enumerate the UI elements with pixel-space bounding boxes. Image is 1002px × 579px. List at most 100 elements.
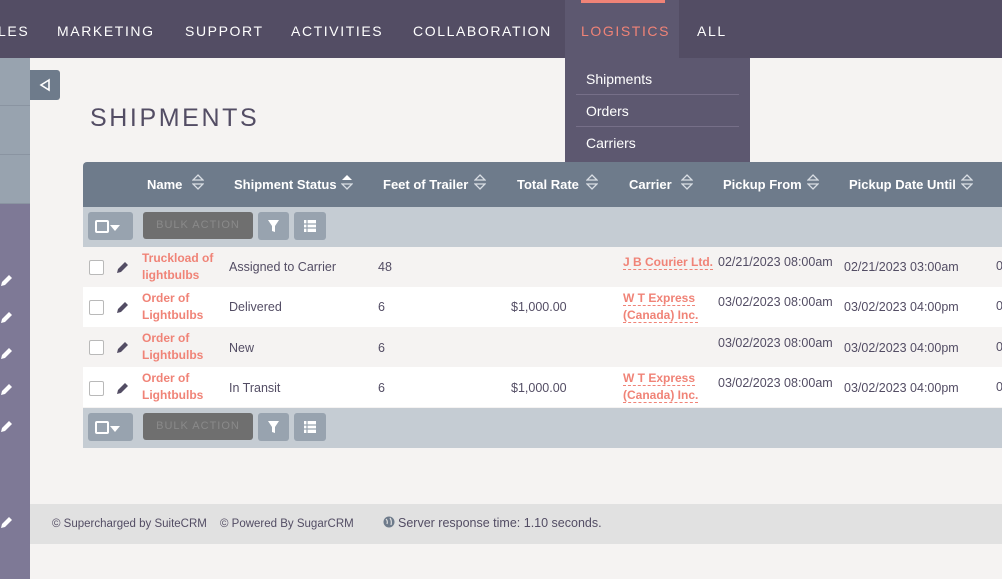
shipment-name-link[interactable]: Truckload of lightbulbs [142, 250, 220, 284]
page-title: SHIPMENTS [90, 104, 260, 132]
pickup-from: 03/02/2023 08:00am [718, 295, 833, 309]
filter-button[interactable] [258, 212, 289, 240]
server-response-text: Server response time: 1.10 seconds. [398, 516, 602, 530]
row-checkbox[interactable] [89, 381, 104, 396]
edit-pencil-icon[interactable] [116, 300, 130, 314]
shipment-status: Delivered [229, 300, 282, 314]
edit-pencil-icon[interactable] [116, 260, 130, 274]
menu-divider [576, 126, 739, 127]
column-header-pickup-date-until[interactable]: Pickup Date Until [849, 177, 956, 192]
sidebar-block[interactable] [0, 58, 30, 106]
carrier-link[interactable]: J B Courier Ltd. [623, 254, 714, 271]
column-header-total-rate[interactable]: Total Rate [517, 177, 579, 192]
pickup-from: 03/02/2023 08:00am [718, 336, 833, 350]
checkbox-icon [95, 421, 109, 434]
sidebar-pencil-icon[interactable] [0, 419, 14, 433]
table-row: Truckload of lightbulbs Assigned to Carr… [83, 247, 1002, 287]
shipment-status: In Transit [229, 381, 281, 395]
carrier-link-text[interactable]: J B Courier Ltd. [623, 255, 714, 270]
menu-item-carriers[interactable]: Carriers [586, 135, 636, 151]
pickup-date-until: 03/02/2023 04:00pm [844, 300, 959, 314]
feet-of-trailer: 6 [378, 300, 385, 314]
filter-icon [268, 220, 279, 232]
pickup-from: 02/21/2023 08:00am [718, 255, 833, 269]
sort-ascending-icon[interactable] [341, 174, 353, 190]
shipment-status: New [229, 341, 255, 355]
pickup-date-until: 03/02/2023 04:00pm [844, 341, 959, 355]
pickup-from: 03/02/2023 08:00am [718, 376, 833, 390]
sidebar-pencil-icon[interactable] [0, 515, 14, 529]
list-icon [304, 220, 316, 232]
shipment-status: Assigned to Carrier [229, 260, 336, 274]
nav-sales[interactable]: LES [0, 22, 29, 40]
caret-down-icon [110, 426, 120, 432]
column-header-name[interactable]: Name [147, 177, 182, 192]
table-row: Order of Lightbulbs In Transit 6 $1,000.… [83, 367, 1002, 407]
truncated-cell: 0 [996, 259, 1002, 273]
list-icon [304, 421, 316, 433]
total-rate: $1,000.00 [511, 300, 567, 314]
top-navigation: LES MARKETING SUPPORT ACTIVITIES COLLABO… [0, 0, 1002, 58]
select-all-dropdown[interactable] [88, 212, 133, 240]
shipment-name-link[interactable]: Order of Lightbulbs [142, 290, 220, 324]
feet-of-trailer: 6 [378, 381, 385, 395]
column-header-shipment-status[interactable]: Shipment Status [234, 177, 337, 192]
triangle-left-icon [39, 78, 50, 92]
row-checkbox[interactable] [89, 340, 104, 355]
feet-of-trailer: 48 [378, 260, 392, 274]
sidebar-pencil-icon[interactable] [0, 382, 14, 396]
filter-button[interactable] [258, 413, 289, 441]
sort-icon[interactable] [586, 174, 598, 190]
pickup-date-until: 03/02/2023 04:00pm [844, 381, 959, 395]
column-header-carrier[interactable]: Carrier [629, 177, 672, 192]
sort-icon[interactable] [192, 174, 204, 190]
select-all-dropdown[interactable] [88, 413, 133, 441]
shipment-name-link[interactable]: Order of Lightbulbs [142, 370, 220, 404]
edit-pencil-icon[interactable] [116, 340, 130, 354]
logistics-dropdown-menu: Shipments Orders Carriers [565, 58, 750, 163]
bulk-action-button[interactable]: BULK ACTION [143, 413, 253, 440]
nav-all[interactable]: ALL [697, 22, 727, 40]
truncated-cell: 0 [996, 340, 1002, 354]
column-header-feet-of-trailer[interactable]: Feet of Trailer [383, 177, 468, 192]
edit-pencil-icon[interactable] [116, 381, 130, 395]
carrier-link[interactable]: W T Express (Canada) Inc. [623, 370, 713, 404]
checkbox-icon [95, 220, 109, 233]
sort-icon[interactable] [807, 174, 819, 190]
sidebar-pencil-icon[interactable] [0, 346, 14, 360]
menu-item-shipments[interactable]: Shipments [586, 71, 652, 87]
nav-logistics[interactable]: LOGISTICS [581, 22, 670, 40]
carrier-link-text[interactable]: W T Express (Canada) Inc. [623, 371, 699, 403]
sort-icon[interactable] [681, 174, 693, 190]
caret-down-icon [110, 225, 120, 231]
bulk-action-button[interactable]: BULK ACTION [143, 212, 253, 239]
footer-sugarcrm-credit[interactable]: © Powered By SugarCRM [220, 517, 354, 531]
carrier-link-text[interactable]: W T Express (Canada) Inc. [623, 291, 699, 323]
nav-activities[interactable]: ACTIVITIES [291, 22, 383, 40]
column-chooser-button[interactable] [294, 413, 326, 441]
table-action-bar-bottom: BULK ACTION [83, 408, 1002, 448]
carrier-link[interactable]: W T Express (Canada) Inc. [623, 290, 713, 324]
sort-icon[interactable] [474, 174, 486, 190]
nav-marketing[interactable]: MARKETING [57, 22, 155, 40]
nav-active-indicator [581, 0, 665, 3]
sidebar-block[interactable] [0, 155, 30, 204]
truncated-cell: 0 [996, 380, 1002, 394]
globe-icon [383, 516, 395, 528]
menu-divider [576, 94, 739, 95]
sidebar-collapse-button[interactable] [30, 70, 60, 100]
column-header-pickup-from[interactable]: Pickup From [723, 177, 802, 192]
sidebar-pencil-icon[interactable] [0, 273, 14, 287]
menu-item-orders[interactable]: Orders [586, 103, 629, 119]
shipment-name-link[interactable]: Order of Lightbulbs [142, 330, 220, 364]
sidebar-pencil-icon[interactable] [0, 310, 14, 324]
nav-collaboration[interactable]: COLLABORATION [413, 22, 552, 40]
server-response-time: Server response time: 1.10 seconds. [383, 516, 602, 531]
column-chooser-button[interactable] [294, 212, 326, 240]
sidebar-block[interactable] [0, 106, 30, 155]
row-checkbox[interactable] [89, 260, 104, 275]
sort-icon[interactable] [961, 174, 973, 190]
row-checkbox[interactable] [89, 300, 104, 315]
footer-suitecrm-credit[interactable]: © Supercharged by SuiteCRM [52, 517, 207, 531]
nav-support[interactable]: SUPPORT [185, 22, 264, 40]
